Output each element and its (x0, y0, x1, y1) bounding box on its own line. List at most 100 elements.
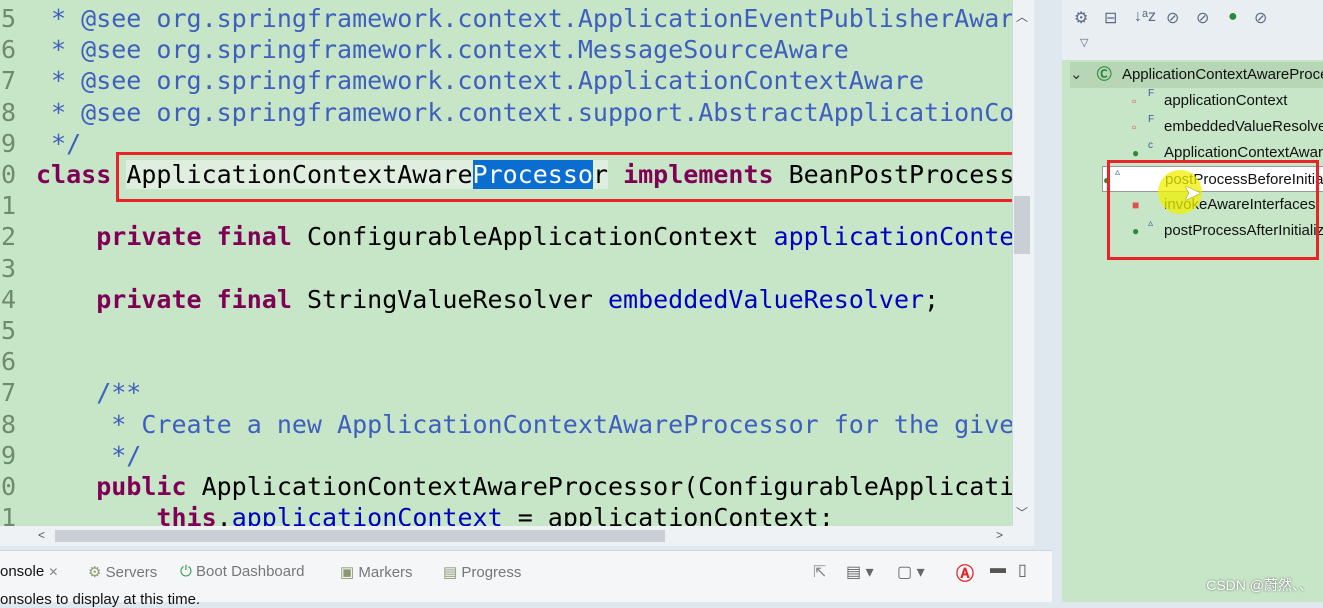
line-number: 70 (0, 472, 17, 501)
code-token: * @see org.springframework.context.Messa… (36, 35, 849, 65)
annotation-box-methods (1107, 160, 1319, 260)
minimize-icon[interactable]: ▬ (990, 560, 1006, 578)
code-token: * Create a new ApplicationContextAwarePr… (111, 409, 1012, 439)
tab-icon: ▣ (340, 564, 355, 581)
code-token: * @see org.springframework.context.suppo… (36, 97, 1012, 127)
tab-label: Boot Dashboard (196, 563, 305, 580)
tab-boot-dashboard[interactable]: ⏻ Boot Dashboard (180, 563, 304, 580)
maximize-icon[interactable]: ▯ (1018, 560, 1027, 580)
view-menu-icon[interactable]: ▽ (1080, 36, 1088, 49)
display-console-icon[interactable]: ▤ ▾ (846, 562, 874, 582)
code-text: */ (36, 440, 141, 471)
scroll-left-icon[interactable]: < (38, 528, 45, 542)
bottom-panel: onsole ✕ ⚙ Servers ⏻ Boot Dashboard ▣ Marke… (0, 550, 1052, 608)
tab-label: Markers (358, 564, 413, 581)
close-icon[interactable]: ✕ (48, 565, 58, 579)
line-number: 64 (0, 284, 17, 314)
line-number: 60 (0, 160, 17, 189)
hide-fields-icon[interactable]: ⊘ (1166, 8, 1179, 28)
outline-item[interactable]: ▫ FembeddedValueResolver (1132, 114, 1323, 140)
code-token: * @see org.springframework.context.Appli… (36, 66, 925, 96)
outline-item[interactable]: ▫ FapplicationContext (1132, 88, 1288, 114)
code-token: = applicationContext; (502, 503, 834, 526)
line-number: 56 (0, 35, 17, 65)
code-token: embeddedValueResolver (607, 284, 925, 314)
outline-toolbar: ⚙ ⊟ ↓ᵃz ⊘ ⊘ ● ⊘ ▽ (1062, 0, 1323, 60)
class-icon: Ⓒ (1096, 66, 1112, 83)
hide-nonpublic-icon[interactable]: ● (1228, 8, 1238, 26)
code-token: */ (36, 128, 82, 158)
scroll-right-icon[interactable]: > (996, 528, 1003, 542)
code-token: . (216, 503, 232, 526)
modifier-badge: F (1148, 114, 1155, 125)
line-number: 67 (0, 378, 17, 408)
code-token: StringValueResolver (291, 284, 608, 314)
line-number: 55 (0, 4, 17, 33)
sort-icon[interactable]: ↓ᵃz (1134, 8, 1156, 26)
line-number: 58 (0, 97, 17, 127)
line-number: 63 (0, 253, 17, 283)
scroll-down-icon[interactable]: ﹀ (1016, 504, 1028, 521)
code-text: this.applicationContext = applicationCon… (36, 502, 834, 526)
private-field-icon: ▫ (1132, 94, 1137, 108)
tab-onsole[interactable]: onsole ✕ (0, 563, 58, 580)
tab-icon: ⏻ (180, 563, 192, 580)
hide-local-types-icon[interactable]: ⊘ (1254, 8, 1267, 28)
outline-item-label: ApplicationContextAwareProcessor(Configu… (1164, 144, 1323, 161)
vertical-scrollbar[interactable] (1012, 0, 1034, 526)
code-text: * @see org.springframework.context.suppo… (36, 97, 1012, 128)
watermark: CSDN @蔚然、、 (1206, 577, 1313, 593)
code-text: public ApplicationContextAwareProcessor(… (36, 471, 1012, 502)
open-console-icon[interactable]: ▢ ▾ (897, 562, 925, 582)
outline-item-label: embeddedValueResolver (1164, 118, 1323, 135)
console-message: onsoles to display at this time. (0, 591, 201, 608)
code-text: * Create a new ApplicationContextAwarePr… (36, 409, 1012, 440)
tab-progress[interactable]: ▤ Progress (443, 563, 521, 581)
scroll-up-icon[interactable]: ︿ (1016, 8, 1028, 25)
line-number: 66 (0, 347, 17, 377)
collapse-all-icon[interactable]: ⊟ (1104, 8, 1117, 28)
app-icon[interactable]: Ⓐ (956, 560, 974, 586)
code-token: ApplicationContextAwareProcessor(Configu… (201, 472, 1012, 501)
line-number: 69 (0, 440, 17, 470)
hide-static-icon[interactable]: ⊘ (1196, 8, 1209, 28)
modifier-badge: F (1148, 88, 1155, 99)
code-text: */ (36, 128, 81, 159)
annotation-box-class-decl (116, 152, 1022, 202)
code-token: */ (36, 440, 142, 470)
code-text: * @see org.springframework.context.Messa… (36, 34, 849, 65)
line-number: 65 (0, 316, 17, 345)
line-number: 71 (0, 503, 17, 526)
code-text: * @see org.springframework.context.Appli… (36, 65, 924, 96)
tab-markers[interactable]: ▣ Markers (340, 563, 413, 581)
line-number: 59 (0, 128, 17, 158)
line-number: 62 (0, 222, 17, 252)
tab-label: Servers (105, 564, 158, 581)
vertical-scroll-thumb[interactable] (1014, 196, 1030, 254)
modifier-badge: c (1148, 140, 1153, 151)
horizontal-scroll-thumb[interactable] (55, 530, 665, 542)
code-text: private final StringValueResolver embedd… (36, 284, 939, 315)
tab-label: Progress (461, 564, 522, 581)
tab-servers[interactable]: ⚙ Servers (88, 563, 157, 581)
code-editor[interactable]: 55 * @see org.springframework.context.Ap… (0, 0, 1012, 526)
line-number: 57 (0, 66, 17, 96)
hierarchy-icon[interactable]: ⚙ (1074, 8, 1088, 28)
code-text: * @see org.springframework.context.Appli… (36, 3, 1012, 34)
outline-root[interactable]: ⌄ Ⓒ ApplicationContextAwareProcessor (1070, 62, 1323, 88)
private-field-icon: ▫ (1132, 120, 1137, 134)
code-token: ConfigurableApplicationContext (291, 222, 774, 252)
chevron-down-icon[interactable]: ⌄ (1070, 66, 1083, 83)
code-text: private final ConfigurableApplicationCon… (36, 221, 1012, 252)
pin-console-icon[interactable]: ⇱ (813, 562, 826, 582)
code-token: applicationContext (231, 503, 503, 526)
outline-item-label: applicationContext (1164, 92, 1288, 109)
code-token: * @see org.springframework.context.Appli… (36, 4, 1012, 33)
code-token: applicationContext (773, 222, 1012, 252)
code-token: ; (924, 284, 940, 314)
code-text: /** (36, 377, 141, 408)
